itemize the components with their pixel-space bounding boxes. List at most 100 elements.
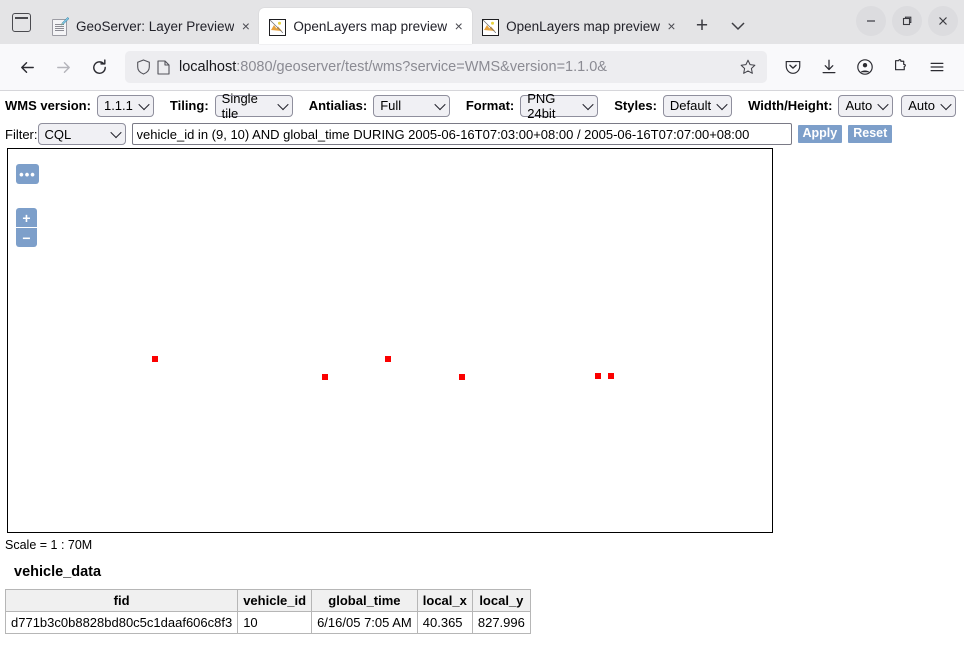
download-icon[interactable]: [812, 50, 846, 84]
tab-title: OpenLayers map preview: [293, 18, 448, 34]
filter-type-value: CQL: [44, 126, 72, 142]
browser-tab-openlayers-map-preview-1[interactable]: OpenLayers map preview ×: [259, 8, 473, 44]
chevron-down-icon: [716, 98, 728, 110]
broken-image-icon: [482, 18, 500, 36]
wms-version-select[interactable]: 1.1.1: [96, 94, 154, 117]
filter-label: Filter:: [5, 126, 38, 142]
toolbar-icons: [776, 50, 954, 84]
cell-local-y: 827.996: [471, 611, 531, 634]
tab-close-icon[interactable]: ×: [665, 19, 678, 33]
list-all-tabs-button[interactable]: [719, 8, 757, 44]
forward-button[interactable]: [46, 50, 80, 84]
tab-title: GeoServer: Layer Preview: [76, 18, 235, 34]
width-height-label: Width/Height:: [748, 98, 833, 113]
antialias-select[interactable]: Full: [373, 94, 450, 117]
column-header-local-x: local_x: [416, 589, 473, 612]
zoom-in-button[interactable]: +: [16, 208, 37, 227]
chevron-down-icon: [940, 98, 952, 110]
browser-tab-openlayers-map-preview-2[interactable]: OpenLayers map preview ×: [472, 8, 685, 44]
wms-version-value: 1.1.1: [103, 98, 133, 113]
width-select[interactable]: Auto: [838, 94, 894, 117]
minimize-icon: [867, 20, 875, 22]
url-text: localhost:8080/geoserver/test/wms?servic…: [179, 59, 737, 75]
address-bar[interactable]: localhost:8080/geoserver/test/wms?servic…: [125, 51, 767, 83]
tab-close-icon[interactable]: ×: [239, 19, 252, 33]
zoom-out-button[interactable]: −: [16, 228, 37, 247]
tab-close-icon[interactable]: ×: [452, 19, 465, 33]
tab-title: OpenLayers map preview: [506, 18, 660, 34]
apply-button[interactable]: Apply: [797, 124, 843, 144]
format-label: Format:: [465, 98, 515, 113]
chevron-down-icon: [877, 98, 889, 110]
tiling-value: Single tile: [221, 91, 258, 121]
styles-label: Styles:: [614, 98, 657, 113]
extensions-icon[interactable]: [884, 50, 918, 84]
app-menu-icon[interactable]: [920, 50, 954, 84]
cell-global-time: 6/16/05 7:05 AM: [311, 611, 418, 634]
chevron-down-icon: [582, 98, 594, 110]
chevron-down-icon: [138, 98, 150, 110]
table-row: d771b3c0b8828bd80c5c1daaf606c8f3 10 6/16…: [4, 611, 531, 634]
close-window-button[interactable]: [928, 6, 958, 36]
tab-strip: GeoServer: Layer Preview × OpenLayers ma…: [0, 0, 964, 44]
scale-label: Scale = 1 : 70M: [5, 538, 93, 552]
reload-icon: [92, 58, 106, 74]
map-data-point[interactable]: [595, 373, 601, 379]
forward-arrow-icon: [56, 61, 70, 73]
column-header-global-time: global_time: [311, 589, 418, 612]
openlayers-map[interactable]: ••• + −: [7, 148, 773, 533]
url-host: localhost: [179, 59, 237, 75]
filter-input[interactable]: [131, 123, 792, 145]
map-data-point[interactable]: [459, 374, 465, 380]
chevron-down-icon: [277, 98, 289, 110]
page-content: WMS version: 1.1.1 Tiling: Single tile A…: [0, 91, 964, 653]
firefox-view-icon: [11, 12, 31, 32]
styles-select[interactable]: Default: [662, 94, 733, 117]
shield-icon: [133, 58, 153, 76]
format-select[interactable]: PNG 24bit: [520, 91, 599, 121]
map-data-point[interactable]: [385, 356, 391, 362]
map-data-point[interactable]: [608, 373, 614, 379]
tiling-select[interactable]: Single tile: [214, 91, 293, 121]
column-header-fid: fid: [4, 589, 239, 612]
format-value: PNG 24bit: [527, 91, 556, 121]
page-icon: [153, 58, 173, 76]
wms-options-toolbar: WMS version: 1.1.1 Tiling: Single tile A…: [0, 91, 964, 121]
height-select[interactable]: Auto: [901, 94, 956, 117]
new-tab-button[interactable]: +: [685, 8, 719, 44]
feature-table: fid vehicle_id global_time local_x local…: [4, 589, 531, 634]
filter-type-select[interactable]: CQL: [37, 123, 126, 145]
width-value: Auto: [845, 98, 873, 113]
chevron-down-icon: [109, 126, 122, 139]
map-options-button[interactable]: •••: [16, 164, 39, 184]
plus-icon: +: [695, 14, 709, 37]
pocket-icon[interactable]: [776, 50, 810, 84]
chevron-down-icon: [731, 21, 745, 30]
reset-button[interactable]: Reset: [848, 124, 893, 144]
document-pencil-icon: [52, 17, 69, 36]
tiling-label: Tiling:: [169, 98, 209, 113]
account-icon[interactable]: [848, 50, 882, 84]
column-header-vehicle-id: vehicle_id: [237, 589, 313, 612]
browser-window: GeoServer: Layer Preview × OpenLayers ma…: [0, 0, 964, 653]
cell-fid: d771b3c0b8828bd80c5c1daaf606c8f3: [4, 611, 239, 634]
maximize-button[interactable]: [892, 6, 922, 36]
firefox-view-button[interactable]: [0, 0, 42, 44]
window-controls: [856, 6, 958, 36]
antialias-value: Full: [380, 98, 402, 113]
filter-toolbar: Filter: CQL Apply Reset: [0, 120, 964, 148]
back-button[interactable]: [10, 50, 44, 84]
navigation-toolbar: localhost:8080/geoserver/test/wms?servic…: [0, 44, 964, 91]
map-data-point[interactable]: [322, 374, 328, 380]
browser-tab-geoserver-layer-preview[interactable]: GeoServer: Layer Preview ×: [42, 8, 259, 44]
pencil-icon: [61, 17, 69, 26]
broken-image-icon: [269, 18, 287, 36]
map-data-point[interactable]: [152, 356, 158, 362]
antialias-label: Antialias:: [308, 98, 368, 113]
feature-table-title: vehicle_data: [14, 564, 102, 580]
bookmark-star-icon[interactable]: [737, 59, 759, 75]
minimize-button[interactable]: [856, 6, 886, 36]
height-value: Auto: [908, 98, 935, 113]
cell-local-x: 40.365: [416, 611, 473, 634]
reload-button[interactable]: [82, 50, 116, 84]
